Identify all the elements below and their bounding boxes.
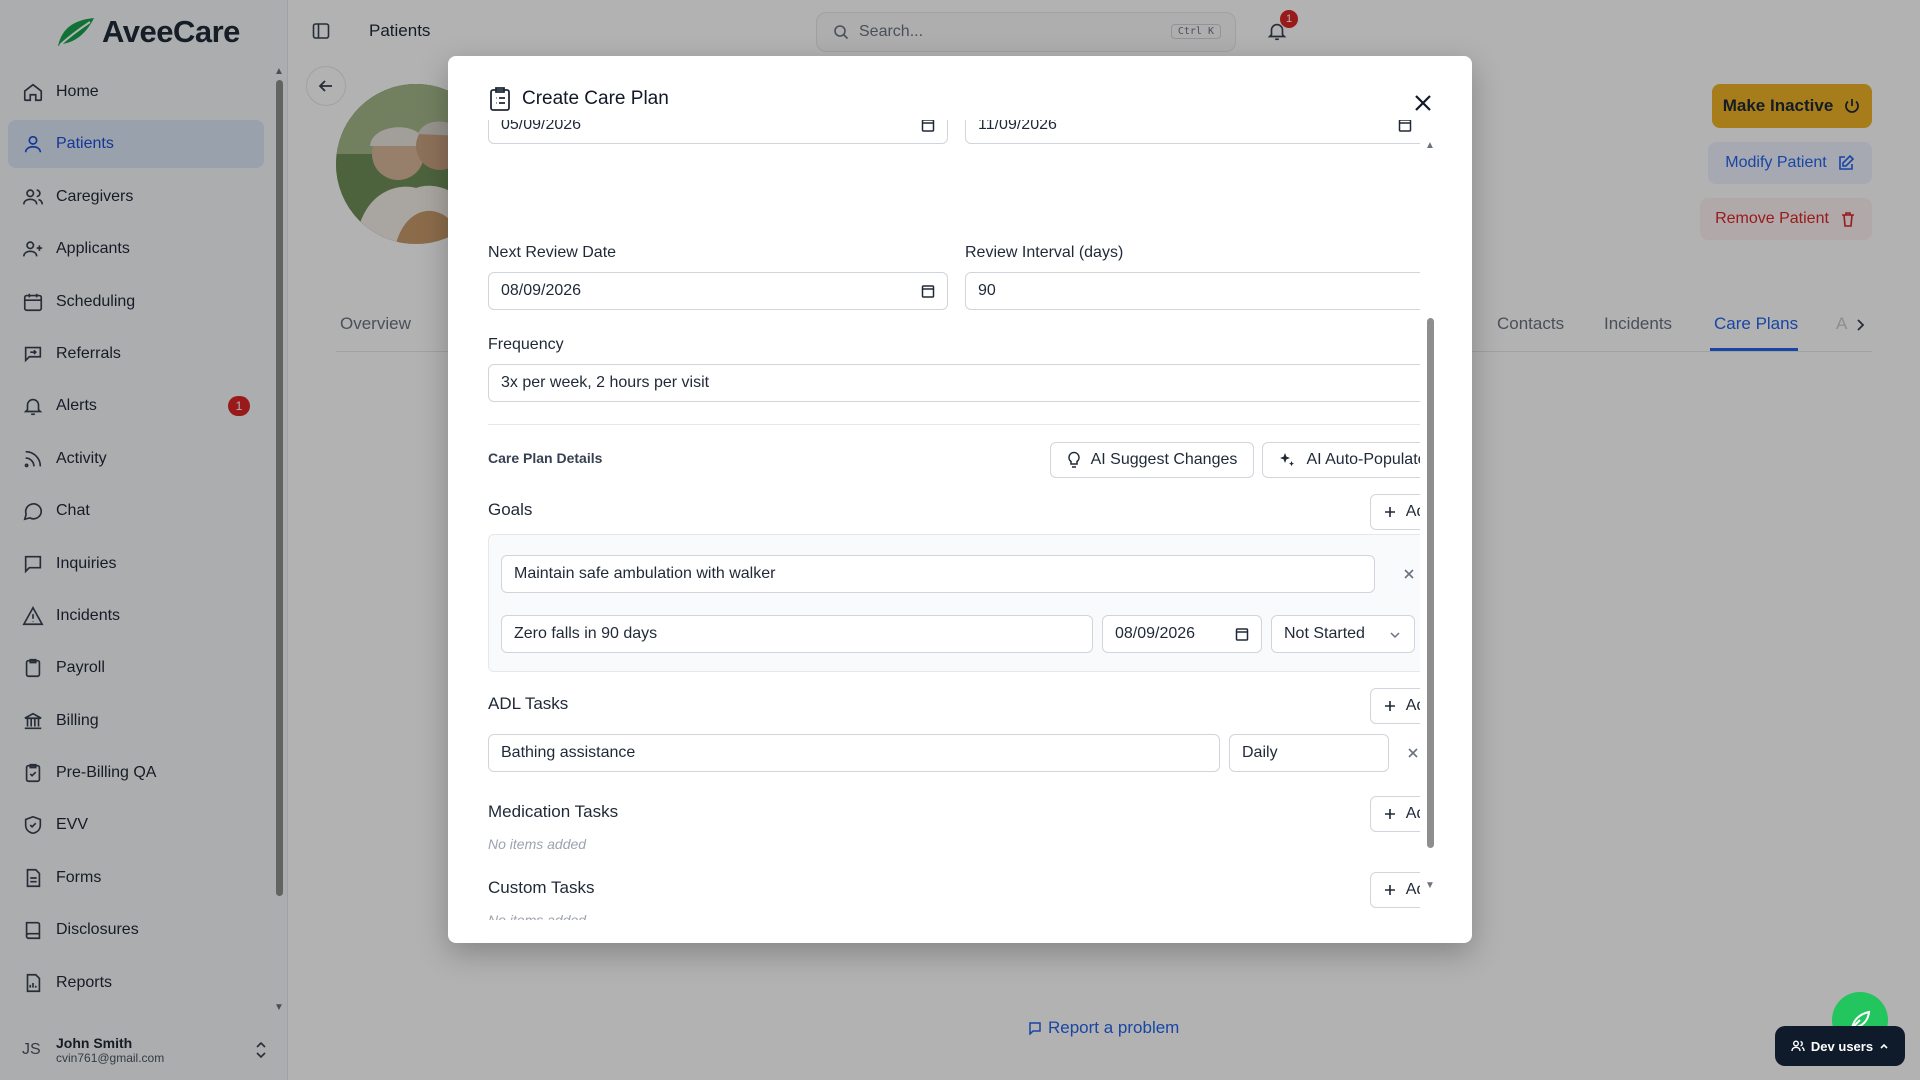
- add-goal-button[interactable]: Add: [1370, 494, 1420, 530]
- goal-target-date-input[interactable]: 08/09/2026: [1102, 615, 1262, 653]
- calendar-icon[interactable]: [921, 120, 935, 132]
- chevron-up-icon: [1880, 1043, 1888, 1049]
- goal-measure-value: Zero falls in 90 days: [514, 625, 658, 642]
- remove-adl-task-icon[interactable]: [1406, 746, 1420, 760]
- review-interval-label: Review Interval (days): [965, 244, 1124, 261]
- next-review-date-value: 08/09/2026: [501, 282, 582, 299]
- medication-empty-state: No items added: [488, 836, 587, 852]
- ai-suggest-label: AI Suggest Changes: [1090, 451, 1238, 468]
- next-review-date-input[interactable]: 08/09/2026: [488, 272, 948, 310]
- start-date-value: 05/09/2026: [501, 120, 582, 133]
- adl-frequency-input[interactable]: Daily: [1229, 734, 1389, 772]
- dialog-body: 05/09/2026 11/09/2026 Next Review Date R…: [480, 120, 1420, 920]
- add-adl-task-button[interactable]: Add: [1370, 688, 1420, 724]
- frequency-value: 3x per week, 2 hours per visit: [501, 374, 710, 391]
- adl-task-value: Bathing assistance: [501, 744, 636, 761]
- end-date-input[interactable]: 11/09/2026: [965, 120, 1420, 144]
- ai-suggest-changes-button[interactable]: AI Suggest Changes: [1050, 442, 1254, 478]
- dialog-title: Create Care Plan: [522, 88, 669, 109]
- review-interval-value: 90: [978, 282, 996, 299]
- ai-auto-populate-button[interactable]: AI Auto-Populate: [1262, 442, 1420, 478]
- add-label: Add: [1405, 697, 1420, 714]
- clipboard-list-icon: [490, 87, 510, 111]
- goal-text-input[interactable]: Maintain safe ambulation with walker: [501, 555, 1375, 593]
- ai-auto-populate-label: AI Auto-Populate: [1306, 451, 1420, 468]
- dev-users-label: Dev users: [1810, 1038, 1874, 1054]
- goal-target-date-value: 08/09/2026: [1115, 625, 1196, 642]
- adl-task-input[interactable]: Bathing assistance: [488, 734, 1220, 772]
- calendar-icon[interactable]: [1235, 627, 1249, 641]
- add-label: Add: [1405, 805, 1420, 822]
- goal-text-value: Maintain safe ambulation with walker: [514, 565, 776, 582]
- add-label: Add: [1405, 503, 1420, 520]
- scroll-down-icon[interactable]: ▼: [1425, 880, 1435, 891]
- start-date-input[interactable]: 05/09/2026: [488, 120, 948, 144]
- dialog-header: Create Care Plan: [488, 86, 669, 112]
- sparkles-icon: [1280, 453, 1295, 467]
- dialog-scrollbar[interactable]: ▲ ▼: [1424, 140, 1436, 892]
- create-care-plan-dialog: Create Care Plan 05/09/2026 11/09/2026 N…: [448, 56, 1472, 943]
- custom-tasks-label: Custom Tasks: [488, 878, 595, 897]
- lightbulb-icon: [1067, 451, 1080, 468]
- chevron-down-icon: [1390, 632, 1400, 639]
- plus-icon: [1384, 701, 1395, 711]
- close-icon[interactable]: [1412, 92, 1434, 114]
- frequency-label: Frequency: [488, 336, 564, 353]
- goals-label: Goals: [488, 500, 533, 519]
- dev-users-button[interactable]: Dev users: [1775, 1026, 1905, 1066]
- plus-icon: [1384, 507, 1395, 517]
- goal-status-select[interactable]: Not Started: [1271, 615, 1415, 653]
- goal-status-value: Not Started: [1284, 625, 1365, 642]
- goal-measure-input[interactable]: Zero falls in 90 days: [501, 615, 1093, 653]
- custom-empty-state: No items added: [488, 912, 587, 920]
- plus-icon: [1384, 885, 1395, 895]
- review-interval-input[interactable]: 90: [965, 272, 1420, 310]
- dialog-scrollbar-thumb[interactable]: [1427, 318, 1434, 848]
- add-custom-task-button[interactable]: Add: [1370, 872, 1420, 908]
- end-date-value: 11/09/2026: [978, 120, 1057, 133]
- goal-item: Maintain safe ambulation with walker Zer…: [488, 534, 1420, 672]
- care-plan-details-label: Care Plan Details: [488, 450, 603, 466]
- adl-tasks-label: ADL Tasks: [488, 694, 569, 713]
- calendar-icon[interactable]: [921, 284, 935, 298]
- section-divider: [488, 424, 1420, 425]
- users-small-icon: [1791, 1040, 1805, 1052]
- add-medication-task-button[interactable]: Add: [1370, 796, 1420, 832]
- adl-frequency-value: Daily: [1242, 744, 1278, 761]
- add-label: Add: [1405, 881, 1420, 898]
- next-review-label: Next Review Date: [488, 244, 617, 261]
- medication-tasks-label: Medication Tasks: [488, 802, 619, 821]
- scroll-up-icon[interactable]: ▲: [1425, 140, 1435, 151]
- calendar-icon[interactable]: [1398, 120, 1412, 132]
- frequency-input[interactable]: 3x per week, 2 hours per visit: [488, 364, 1420, 402]
- plus-icon: [1384, 809, 1395, 819]
- remove-goal-icon[interactable]: [1402, 567, 1416, 581]
